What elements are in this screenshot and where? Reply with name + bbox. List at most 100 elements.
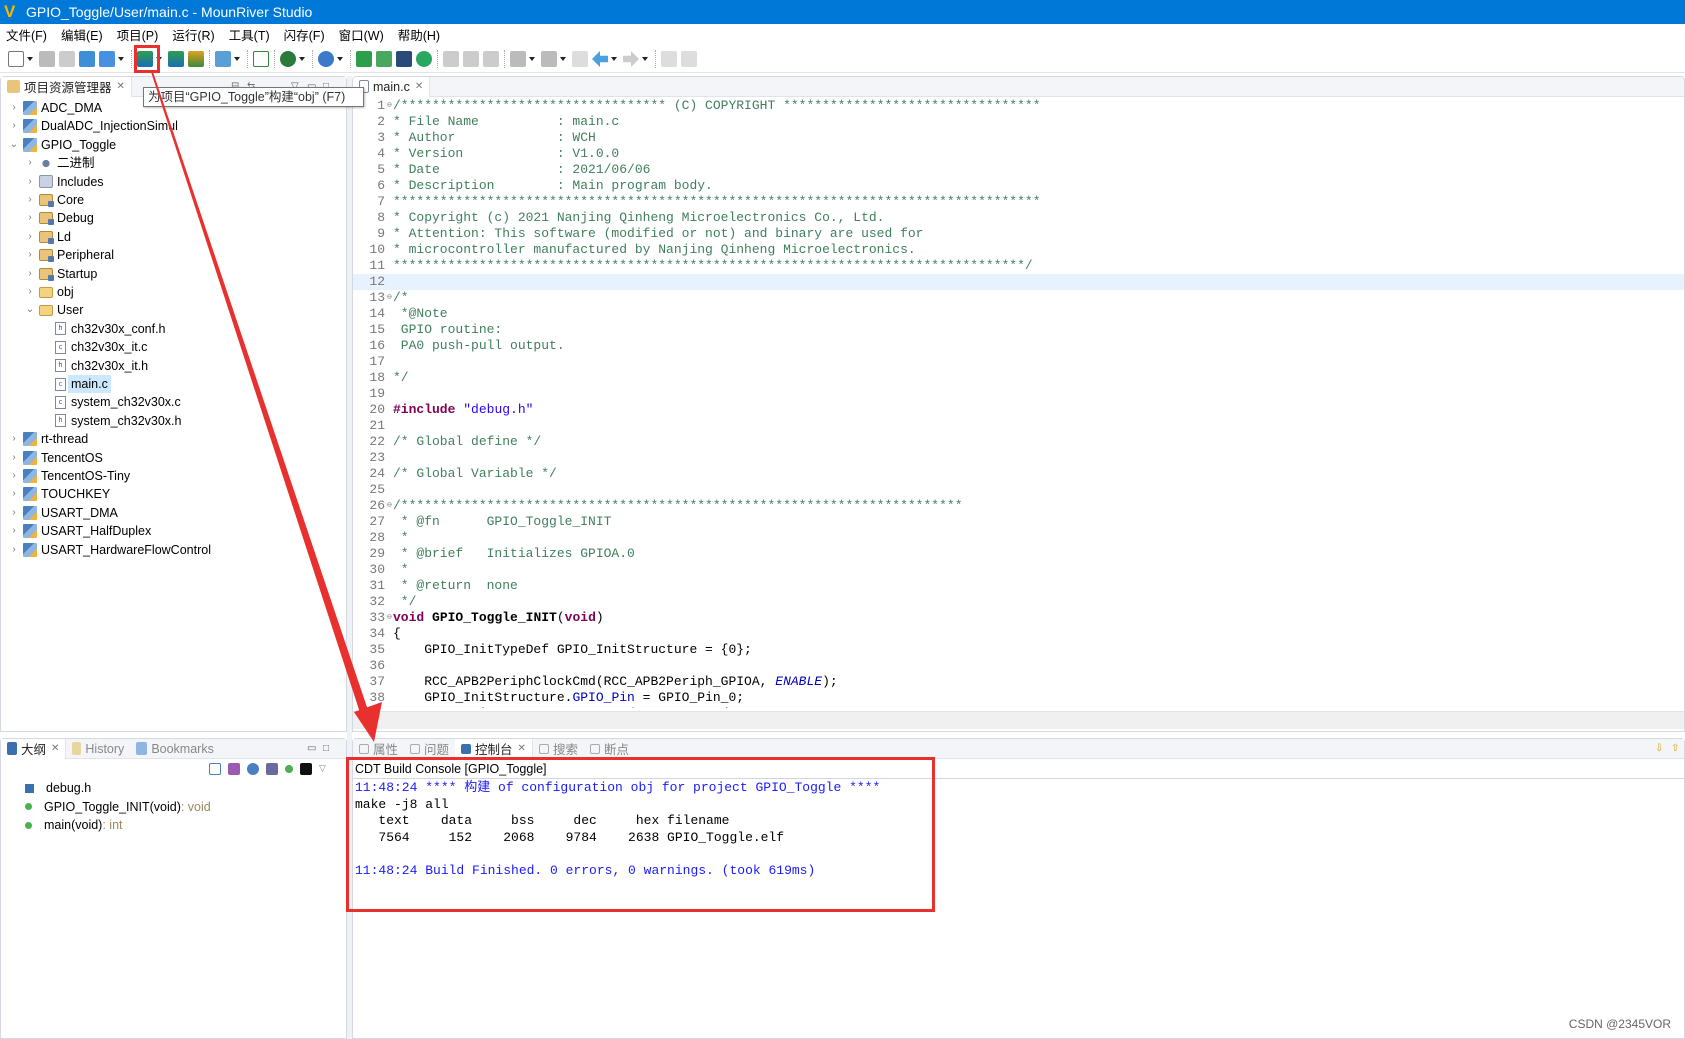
prev-annotation-icon[interactable] <box>541 51 557 67</box>
hide-macros-icon[interactable] <box>300 763 312 775</box>
terminal-icon[interactable] <box>253 51 269 67</box>
tree-item[interactable]: ⌄ GPIO_Toggle <box>9 136 116 154</box>
tree-item[interactable]: ⌄ User <box>25 301 84 319</box>
search-dropdown[interactable] <box>337 57 343 61</box>
forward-dropdown[interactable] <box>642 57 648 61</box>
code-editor[interactable]: 1 ⊖/********************************** (C… <box>353 98 1684 708</box>
save-icon[interactable] <box>39 51 55 67</box>
pin-console-icon[interactable]: ⇧ <box>1671 743 1679 754</box>
tab-breakpoints[interactable]: 断点 <box>584 739 635 759</box>
chevron-right-icon[interactable]: › <box>25 154 35 172</box>
chevron-right-icon[interactable]: › <box>25 265 35 283</box>
menu-item[interactable]: 工具(T) <box>229 25 270 44</box>
layers-icon[interactable] <box>188 51 204 67</box>
calendar-icon[interactable] <box>79 51 95 67</box>
chevron-right-icon[interactable]: › <box>9 99 19 117</box>
debug-dropdown[interactable] <box>299 57 305 61</box>
sort-icon[interactable] <box>228 763 240 775</box>
tree-item[interactable]: › TencentOS <box>9 449 103 467</box>
forward-icon[interactable] <box>623 51 639 67</box>
back-dropdown[interactable] <box>611 57 617 61</box>
tree-item[interactable]: › Peripheral <box>25 246 114 264</box>
format-icon[interactable] <box>483 51 499 67</box>
debug-icon[interactable] <box>280 51 296 67</box>
chevron-right-icon[interactable]: › <box>9 485 19 503</box>
menu-item[interactable]: 编辑(E) <box>61 25 103 44</box>
tree-item[interactable]: › Startup <box>25 265 97 283</box>
prev-annotation-dropdown[interactable] <box>560 57 566 61</box>
chevron-right-icon[interactable]: › <box>9 449 19 467</box>
tab-bookmarks[interactable]: Bookmarks <box>130 739 220 759</box>
horizontal-scrollbar[interactable]: ◀ <box>353 711 1684 729</box>
chevron-right-icon[interactable]: › <box>9 467 19 485</box>
next-annotation-dropdown[interactable] <box>529 57 535 61</box>
menu-item[interactable]: 文件(F) <box>6 25 47 44</box>
back-icon[interactable] <box>592 51 608 67</box>
tree-item[interactable]: › ADC_DMA <box>9 99 102 117</box>
tab-problems[interactable]: 问题 <box>404 739 455 759</box>
pin-icon[interactable] <box>661 51 677 67</box>
collapse-all-icon[interactable] <box>209 763 221 775</box>
tree-item[interactable]: › Debug <box>25 209 94 227</box>
search-icon[interactable] <box>318 51 334 67</box>
chevron-down-icon[interactable]: ⌄ <box>25 301 35 319</box>
new-icon[interactable] <box>8 51 24 67</box>
tree-item[interactable]: › TOUCHKEY <box>9 485 110 503</box>
tree-item[interactable]: › USART_HalfDuplex <box>9 522 151 540</box>
tree-item[interactable]: c ch32v30x_it.c <box>41 338 147 356</box>
chevron-right-icon[interactable]: › <box>9 430 19 448</box>
hide-static-icon[interactable] <box>266 763 278 775</box>
tree-item[interactable]: h system_ch32v30x.h <box>41 412 181 430</box>
menu-item[interactable]: 帮助(H) <box>398 25 440 44</box>
tab-search[interactable]: 搜索 <box>533 739 584 759</box>
scroll-lock-icon[interactable]: ⇩ <box>1655 743 1663 754</box>
chevron-right-icon[interactable]: › <box>25 246 35 264</box>
minimize-icon[interactable]: ▭ <box>307 743 316 754</box>
tree-item[interactable]: › obj <box>25 283 73 301</box>
next-annotation-icon[interactable] <box>510 51 526 67</box>
scroll-left-icon[interactable]: ◀ <box>369 714 377 725</box>
tab-properties[interactable]: 属性 <box>353 739 404 759</box>
chevron-right-icon[interactable]: › <box>25 173 35 191</box>
tree-item[interactable]: h ch32v30x_it.h <box>41 357 148 375</box>
build-all-icon[interactable] <box>168 51 184 67</box>
tree-item[interactable]: › 二进制 <box>25 154 94 172</box>
tab-history[interactable]: History <box>66 739 130 759</box>
outline-item[interactable]: debug.h <box>25 779 91 797</box>
outline-item[interactable]: main(void) : int <box>25 816 123 834</box>
menu-item[interactable]: 运行(R) <box>172 25 214 44</box>
tab-outline[interactable]: 大纲 ✕ <box>1 738 67 759</box>
tab-main-c[interactable]: main.c ✕ <box>353 77 431 97</box>
save-all-icon[interactable] <box>59 51 75 67</box>
download-icon[interactable] <box>215 51 231 67</box>
maximize-icon[interactable]: □ <box>323 743 329 754</box>
chevron-right-icon[interactable]: › <box>25 191 35 209</box>
chip-icon[interactable] <box>376 51 392 67</box>
outline-item[interactable]: GPIO_Toggle_INIT(void) : void <box>25 798 211 816</box>
last-edit-icon[interactable] <box>572 51 588 67</box>
modules-dropdown[interactable] <box>118 57 124 61</box>
chevron-right-icon[interactable]: › <box>9 522 19 540</box>
console-icon[interactable] <box>396 51 412 67</box>
chevron-right-icon[interactable]: › <box>9 117 19 135</box>
tree-item[interactable]: › Includes <box>25 173 103 191</box>
hide-fields-icon[interactable] <box>247 763 259 775</box>
tree-item[interactable]: › Core <box>25 191 84 209</box>
close-icon[interactable]: ✕ <box>415 81 423 92</box>
tree-item[interactable]: › Ld <box>25 228 71 246</box>
close-icon[interactable]: ✕ <box>51 743 59 754</box>
chevron-down-icon[interactable]: ⌄ <box>9 136 19 154</box>
tree-item[interactable]: › rt-thread <box>9 430 88 448</box>
chevron-right-icon[interactable]: › <box>25 228 35 246</box>
tree-item[interactable]: › DualADC_InjectionSimul <box>9 117 178 135</box>
view-menu-icon[interactable]: ▽ <box>319 763 331 775</box>
chevron-right-icon[interactable]: › <box>25 283 35 301</box>
menu-item[interactable]: 闪存(F) <box>284 25 325 44</box>
tree-item[interactable]: › TencentOS-Tiny <box>9 467 130 485</box>
chevron-right-icon[interactable]: › <box>9 504 19 522</box>
tree-item[interactable]: c system_ch32v30x.c <box>41 393 181 411</box>
step-icon[interactable] <box>443 51 459 67</box>
run-icon[interactable] <box>416 51 432 67</box>
menu-item[interactable]: 窗口(W) <box>339 25 384 44</box>
modules-icon[interactable] <box>99 51 115 67</box>
